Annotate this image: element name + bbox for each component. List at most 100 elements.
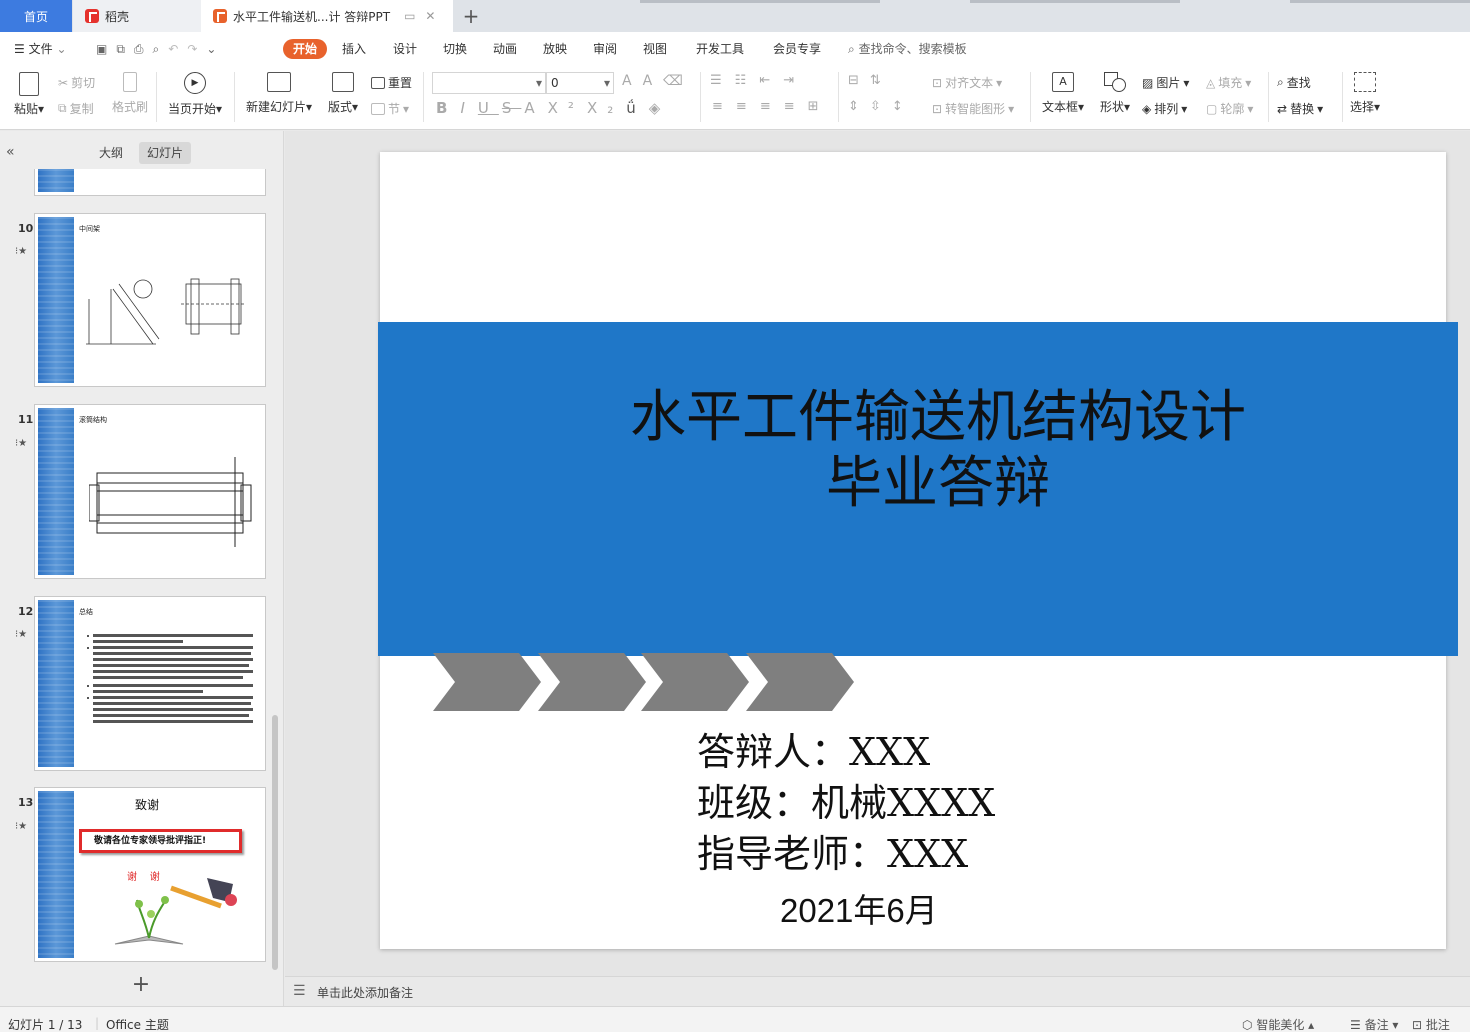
- file-menu[interactable]: ☰ 文件 ⌄: [14, 39, 67, 59]
- picture-button[interactable]: ▨ 图片 ▾: [1142, 74, 1189, 91]
- text-box-icon[interactable]: ⊟: [848, 73, 867, 88]
- font-color-icon[interactable]: A: [524, 99, 544, 117]
- justify-icon[interactable]: ≡: [784, 99, 805, 114]
- font-size-select[interactable]: 0 ▾: [546, 72, 614, 94]
- paragraph-spacing-icon[interactable]: ⇳: [870, 99, 889, 114]
- menu-member[interactable]: 会员专享: [773, 39, 821, 59]
- subscript-icon[interactable]: X₂: [587, 99, 623, 117]
- copy-button[interactable]: ⧉ 复制: [58, 100, 94, 117]
- redo-icon[interactable]: ↷: [187, 42, 206, 56]
- format-painter-button[interactable]: 格式刷: [112, 72, 148, 115]
- shrink-font-icon[interactable]: A: [643, 73, 661, 89]
- find-button[interactable]: ⌕ 查找: [1277, 74, 1311, 91]
- class-text[interactable]: 班级：机械XXXX: [697, 772, 995, 827]
- tab-docer[interactable]: 稻壳: [73, 0, 201, 32]
- strikethrough-icon[interactable]: S: [502, 99, 522, 117]
- text-direction-icon[interactable]: ⇅: [870, 73, 889, 88]
- align-left-icon[interactable]: ≡: [712, 99, 733, 114]
- bullet-list-icon[interactable]: ☰: [710, 73, 732, 88]
- beautify-button[interactable]: ⬡ 智能美化 ▴: [1242, 1016, 1314, 1032]
- add-slide-button[interactable]: +: [128, 972, 154, 998]
- selection-icon: [1354, 72, 1377, 92]
- reset-button[interactable]: 重置: [371, 74, 412, 91]
- numbered-list-icon[interactable]: ☷: [735, 73, 757, 88]
- shape-icon: [1104, 72, 1127, 92]
- replace-button[interactable]: ⇄ 替换 ▾: [1277, 100, 1323, 117]
- comment-button[interactable]: ⊡ 批注: [1412, 1016, 1450, 1032]
- customize-chevron-icon[interactable]: ⌄: [206, 42, 225, 56]
- distribute-icon[interactable]: ⊞: [808, 99, 829, 114]
- command-search[interactable]: ⌕ 查找命令、搜索模板: [848, 39, 967, 59]
- chevron-down-icon: ⌄: [56, 42, 67, 56]
- layout-button[interactable]: 版式▾: [328, 72, 358, 115]
- cut-button[interactable]: ✂ 剪切: [58, 74, 95, 91]
- presenter-text[interactable]: 答辩人：XXX: [697, 721, 930, 776]
- new-slide-button[interactable]: 新建幻灯片▾: [246, 72, 312, 115]
- close-tab-icon[interactable]: ✕: [425, 9, 435, 23]
- menu-slideshow[interactable]: 放映: [543, 39, 567, 59]
- decrease-indent-icon[interactable]: ⇤: [759, 73, 780, 88]
- clear-format-icon[interactable]: ⌫: [663, 73, 691, 89]
- reset-label: 重置: [388, 76, 413, 90]
- arrange-button[interactable]: ◈ 排列 ▾: [1142, 100, 1187, 117]
- date-text[interactable]: 2021年6月: [780, 884, 938, 932]
- slide-thumbnail[interactable]: 致谢 敬请各位专家领导批评指正! 谢 谢: [34, 787, 266, 962]
- window-restore-icon[interactable]: ▭: [404, 9, 415, 23]
- menu-start[interactable]: 开始: [283, 39, 328, 59]
- slide-thumbnail[interactable]: [34, 169, 266, 196]
- outline-button[interactable]: ▢ 轮廓 ▾: [1206, 100, 1253, 117]
- play-from-current-label: 当页开始: [168, 102, 217, 116]
- advisor-text[interactable]: 指导老师：XXX: [697, 823, 968, 878]
- smart-shape-button[interactable]: ⊡ 转智能图形 ▾: [932, 100, 1014, 117]
- summary-text-block: [87, 634, 253, 723]
- export-icon[interactable]: ⧉: [116, 42, 134, 56]
- menu-review[interactable]: 审阅: [593, 39, 617, 59]
- menu-view[interactable]: 视图: [643, 39, 667, 59]
- font-name-select[interactable]: ▾: [432, 72, 546, 94]
- menu-insert[interactable]: 插入: [342, 39, 366, 59]
- menu-animation[interactable]: 动画: [493, 39, 517, 59]
- beautify-icon: ⬡: [1242, 1018, 1253, 1032]
- slide-title[interactable]: 水平工件输送机结构设计 毕业答辩: [378, 385, 1470, 517]
- notes-area[interactable]: ☰ 单击此处添加备注: [285, 976, 1470, 1006]
- line-spacing-icon[interactable]: ⇕: [848, 99, 867, 114]
- menu-design[interactable]: 设计: [393, 39, 417, 59]
- column-spacing-icon[interactable]: ↕: [892, 99, 911, 114]
- tab-slides[interactable]: 幻灯片: [139, 142, 192, 164]
- italic-icon[interactable]: I: [460, 99, 474, 117]
- save-icon[interactable]: ▣: [96, 42, 116, 56]
- tab-home[interactable]: 首页: [0, 0, 72, 32]
- new-tab-button[interactable]: +: [458, 3, 484, 29]
- align-text-button[interactable]: ⊡ 对齐文本 ▾: [932, 74, 1002, 91]
- print-preview-icon[interactable]: ⌕: [153, 42, 169, 56]
- slide-thumbnail[interactable]: 中间架: [34, 213, 266, 387]
- highlight-icon[interactable]: ◈: [649, 99, 671, 117]
- copy-label: 复制: [69, 102, 94, 116]
- undo-icon[interactable]: ↶: [168, 42, 187, 56]
- phonetic-icon[interactable]: ǘ: [626, 99, 646, 117]
- play-from-current-button[interactable]: ▶ 当页开始▾: [168, 72, 222, 117]
- tab-presentation[interactable]: 水平工件输送机...计 答辩PPT ▭ ✕: [201, 0, 453, 32]
- paste-button[interactable]: 粘贴▾: [14, 72, 44, 117]
- collapse-panel-icon[interactable]: «: [6, 144, 15, 160]
- underline-icon[interactable]: U: [478, 99, 499, 117]
- superscript-icon[interactable]: X²: [548, 99, 584, 117]
- fill-button[interactable]: ◬ 填充 ▾: [1206, 74, 1251, 91]
- menu-transitions[interactable]: 切换: [443, 39, 467, 59]
- increase-indent-icon[interactable]: ⇥: [783, 73, 804, 88]
- select-button[interactable]: 选择▾: [1350, 72, 1380, 115]
- grow-font-icon[interactable]: A: [622, 73, 640, 89]
- panel-scrollbar[interactable]: [272, 715, 278, 970]
- menu-developer[interactable]: 开发工具: [696, 39, 744, 59]
- tab-outline[interactable]: 大纲: [91, 142, 131, 164]
- slide-thumbnail[interactable]: 总结: [34, 596, 266, 771]
- slide-thumbnail[interactable]: 滚筒结构: [34, 404, 266, 579]
- textbox-button[interactable]: A 文本框▾: [1042, 72, 1084, 115]
- bold-icon[interactable]: B: [436, 99, 457, 117]
- print-icon[interactable]: ⎙: [134, 42, 153, 56]
- shape-button[interactable]: 形状▾: [1100, 72, 1130, 115]
- align-center-icon[interactable]: ≡: [736, 99, 757, 114]
- align-right-icon[interactable]: ≡: [760, 99, 781, 114]
- section-button[interactable]: 节 ▾: [371, 100, 409, 117]
- notes-toggle-button[interactable]: ☰ 备注 ▾: [1350, 1016, 1398, 1032]
